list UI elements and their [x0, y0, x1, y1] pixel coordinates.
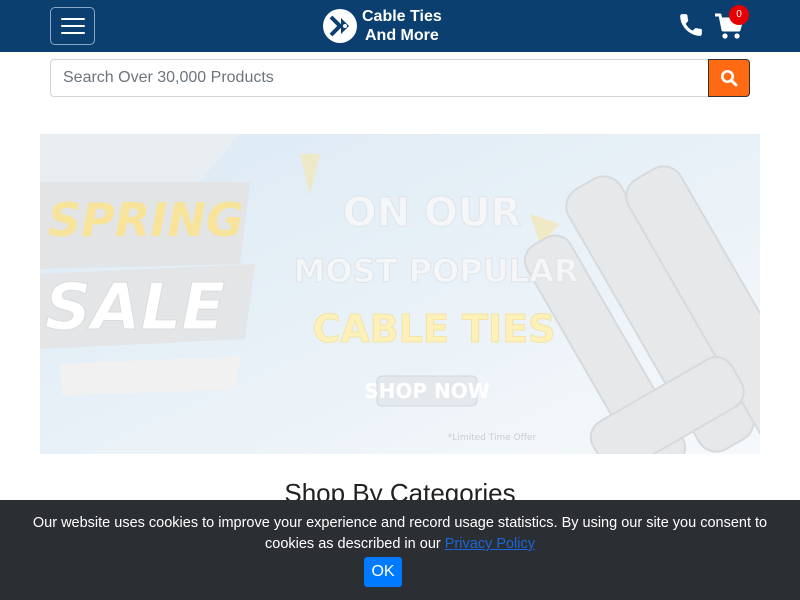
banner-line-3: CABLE TIES: [312, 307, 555, 351]
logo-icon: [323, 9, 357, 43]
top-navbar: Cable Ties And More 0: [0, 0, 800, 52]
cookie-message: Our website uses cookies to improve your…: [20, 513, 780, 555]
menu-icon-bar: [61, 25, 85, 27]
cart-count-badge: 0: [729, 5, 749, 25]
banner-sale-text: SALE: [45, 271, 225, 345]
cookie-ok-button[interactable]: OK: [364, 557, 402, 587]
search-button[interactable]: [708, 59, 750, 97]
menu-toggle-button[interactable]: [50, 7, 95, 45]
phone-icon[interactable]: [678, 12, 704, 38]
cookie-consent-bar: Our website uses cookies to improve your…: [0, 500, 800, 600]
search-bar: [50, 59, 750, 97]
banner-note-text: *Limited Time Offer: [448, 433, 537, 443]
search-input[interactable]: [50, 59, 709, 97]
menu-icon: [61, 18, 85, 20]
brand-line-1: Cable Ties: [362, 8, 442, 25]
search-icon: [721, 70, 738, 87]
brand-line-2: And More: [364, 27, 439, 44]
banner-line-2: MOST POPULAR: [294, 252, 579, 290]
cookie-text: Our website uses cookies to improve your…: [32, 515, 768, 552]
brand-logo[interactable]: Cable Ties And More: [322, 6, 452, 46]
spring-sale-banner[interactable]: SPRING SALE ON OUR MOST POPULAR CABLE TI…: [40, 134, 760, 454]
brand-name: Cable Ties And More: [362, 7, 442, 45]
banner-line-1: ON OUR: [343, 190, 522, 236]
menu-icon-bar: [61, 32, 85, 34]
banner-graphic: SPRING SALE ON OUR MOST POPULAR CABLE TI…: [40, 134, 760, 454]
banner-spring-text: SPRING: [48, 193, 244, 247]
privacy-policy-link[interactable]: Privacy Policy: [445, 536, 535, 552]
banner-shop-now-text: SHOP NOW: [364, 379, 490, 403]
